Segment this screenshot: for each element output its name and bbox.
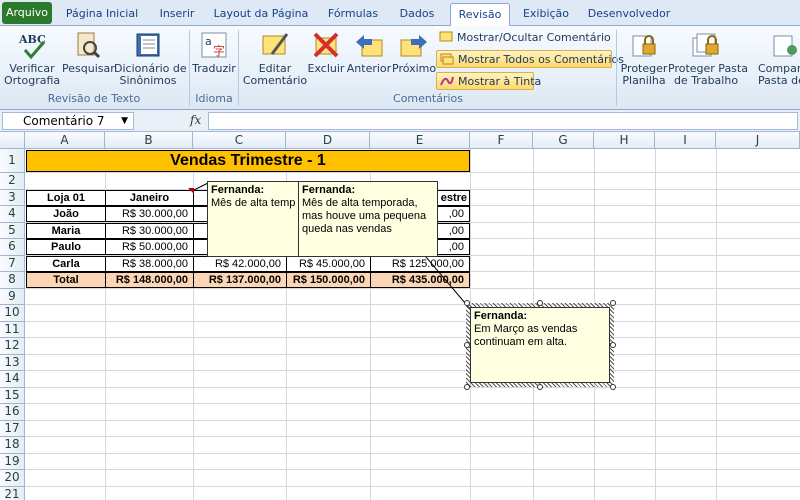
- comment-author: Fernanda:: [474, 310, 528, 322]
- resize-handle[interactable]: [610, 384, 616, 390]
- comment-author: Fernanda:: [302, 184, 356, 196]
- resize-handle[interactable]: [464, 384, 470, 390]
- comment-box-february[interactable]: Fernanda: Mês de alta temporada, mas hou…: [298, 181, 438, 257]
- resize-handle[interactable]: [537, 384, 543, 390]
- comment-indicator-icon: [188, 188, 194, 194]
- comment-text: Em Março as vendas continuam em alta.: [474, 323, 578, 348]
- resize-handle[interactable]: [610, 300, 616, 306]
- resize-handle[interactable]: [537, 300, 543, 306]
- resize-handle[interactable]: [610, 342, 616, 348]
- comment-box-march[interactable]: Fernanda: Em Março as vendas continuam e…: [470, 307, 610, 383]
- comment-text: Mês de alta temporada, mas houve uma peq…: [302, 197, 427, 235]
- comment-text: Mês de alta temp: [211, 197, 296, 209]
- resize-handle[interactable]: [464, 300, 470, 306]
- comment-author: Fernanda:: [211, 184, 265, 196]
- resize-handle[interactable]: [464, 342, 470, 348]
- comment-box-january[interactable]: Fernanda: Mês de alta temp: [207, 181, 301, 257]
